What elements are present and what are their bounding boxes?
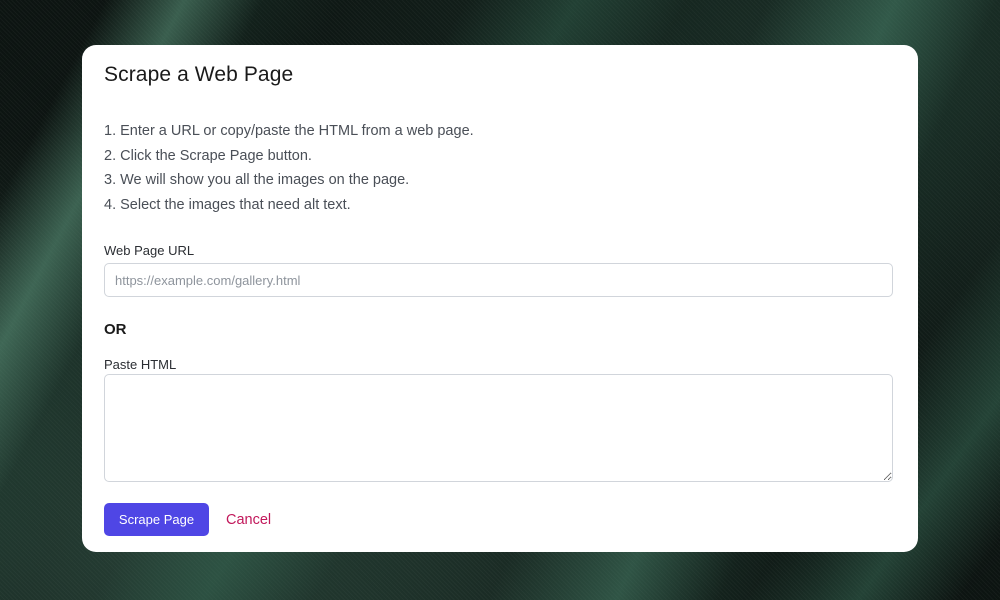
- or-separator: OR: [104, 321, 127, 338]
- dialog-title: Scrape a Web Page: [104, 63, 294, 86]
- url-field-label: Web Page URL: [104, 243, 195, 258]
- instruction-steps: 1. Enter a URL or copy/paste the HTML fr…: [104, 119, 474, 217]
- html-textarea[interactable]: [104, 374, 893, 482]
- instruction-step: 4. Select the images that need alt text.: [104, 196, 351, 213]
- scrape-dialog: Scrape a Web Page 1. Enter a URL or copy…: [82, 45, 918, 552]
- instruction-step: 2. Click the Scrape Page button.: [104, 147, 312, 164]
- cancel-button[interactable]: Cancel: [219, 503, 278, 536]
- instruction-step: 3. We will show you all the images on th…: [104, 172, 410, 188]
- instruction-step: 1. Enter a URL or copy/paste the HTML fr…: [104, 123, 474, 139]
- html-field-label: Paste HTML: [104, 357, 177, 372]
- scrape-page-button[interactable]: Scrape Page: [104, 503, 209, 536]
- url-input[interactable]: [104, 263, 893, 297]
